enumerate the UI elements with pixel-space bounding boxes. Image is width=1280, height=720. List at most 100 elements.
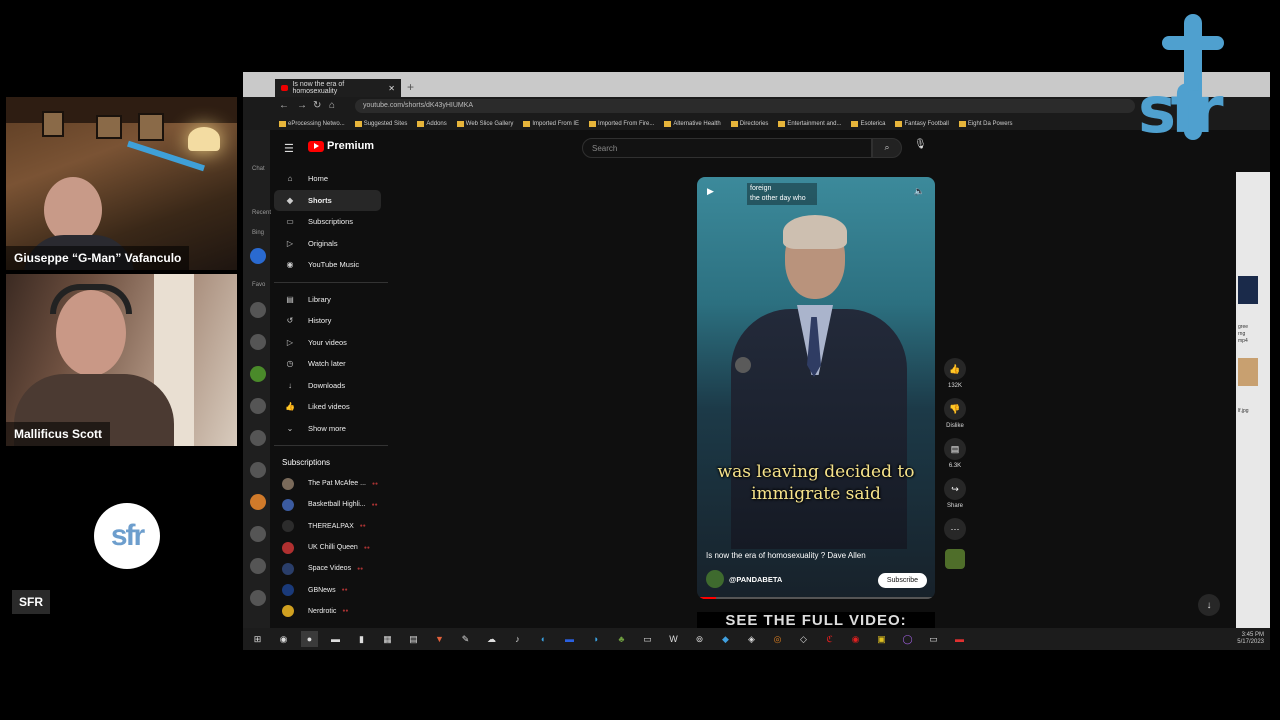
music-icon[interactable]: ♪ — [509, 631, 526, 647]
nav-item-music[interactable]: ◉ YouTube Music — [270, 254, 390, 276]
nav-item-home[interactable]: ⌂ Home — [270, 168, 390, 190]
search-input[interactable]: Search — [582, 138, 872, 158]
channel-thumbnail[interactable] — [945, 549, 965, 569]
calculator-icon[interactable]: ▦ — [379, 631, 396, 647]
app-icon[interactable]: ◉ — [847, 631, 864, 647]
bookmark-item[interactable]: Entertainment and... — [778, 118, 841, 130]
app-icon[interactable]: ◎ — [769, 631, 786, 647]
bookmark-item[interactable]: eProcessing Netwo... — [279, 118, 345, 130]
keyboard-icon[interactable]: ▤ — [405, 631, 422, 647]
share-button[interactable]: ↪ Share — [937, 478, 973, 509]
favorite-site-icon[interactable] — [250, 462, 266, 478]
favorite-site-icon[interactable] — [250, 526, 266, 542]
word-icon[interactable]: W — [665, 631, 682, 647]
favorite-site-icon[interactable] — [250, 558, 266, 574]
favorite-site-icon[interactable] — [250, 494, 266, 510]
nav-item-downloads[interactable]: ↓ Downloads — [270, 375, 390, 397]
brave-icon[interactable]: ▼ — [431, 631, 448, 647]
subscription-item[interactable]: Space Videos ●● — [270, 558, 390, 579]
game-icon[interactable]: ♣ — [613, 631, 630, 647]
nav-item-subscriptions[interactable]: ▭ Subscriptions — [270, 211, 390, 233]
browser-tab[interactable]: Is now the era of homosexuality ✕ — [275, 79, 401, 97]
messenger-icon[interactable]: ▬ — [561, 631, 578, 647]
comments-button[interactable]: ▤ 6.3K — [937, 438, 973, 469]
bookmark-item[interactable]: Directories — [730, 118, 768, 130]
subscribe-button[interactable]: Subscribe — [877, 573, 927, 588]
short-title[interactable]: Is now the era of homosexuality ? Dave A… — [706, 551, 866, 560]
app-icon[interactable]: ◇ — [795, 631, 812, 647]
nav-item-watch-later[interactable]: ◷ Watch later — [270, 353, 390, 375]
edge-icon[interactable]: ◐ — [535, 631, 552, 647]
bookmark-item[interactable]: Imported From Fire... — [589, 118, 654, 130]
subscription-item[interactable]: The Pat McAfee ... ●● — [270, 473, 390, 494]
arrow-down-icon[interactable]: ↓ — [1198, 594, 1220, 616]
close-icon[interactable]: ✕ — [388, 84, 395, 93]
bookmark-item[interactable]: Suggested Sites — [354, 118, 407, 130]
nav-item-library[interactable]: ▤ Library — [270, 289, 390, 311]
bookmark-item[interactable]: Fantasy Football — [895, 118, 949, 130]
chart-app-icon[interactable]: ▮ — [353, 631, 370, 647]
file-explorer-icon[interactable]: ▬ — [327, 631, 344, 647]
forward-icon[interactable]: → — [297, 100, 307, 111]
nav-item-liked-videos[interactable]: 👍 Liked videos — [270, 396, 390, 418]
bookmark-item[interactable]: Web Slice Gallery — [456, 118, 513, 130]
microphone-icon[interactable]: 🎙 — [914, 139, 927, 150]
nav-item-show-more[interactable]: ⌄ Show more — [270, 418, 390, 440]
dislike-button[interactable]: 👎 Dislike — [937, 398, 973, 429]
favorite-site-icon[interactable] — [250, 302, 266, 318]
volume-icon[interactable]: 🔈 — [914, 186, 925, 197]
terminal-icon[interactable]: ▭ — [925, 631, 942, 647]
search-icon[interactable]: ⌕ — [872, 138, 902, 158]
progress-bar[interactable] — [697, 597, 935, 599]
favorite-site-icon[interactable] — [250, 590, 266, 606]
refresh-icon[interactable]: ↻ — [313, 100, 321, 111]
pen-icon[interactable]: ✎ — [457, 631, 474, 647]
short-channel[interactable]: @PANDABETA — [706, 570, 782, 588]
like-button[interactable]: 👍 132K — [937, 358, 973, 389]
system-clock[interactable]: 3:45 PM 5/17/2023 — [1237, 632, 1264, 646]
favorite-site-icon[interactable] — [250, 366, 266, 382]
app-icon[interactable]: ℭ — [821, 631, 838, 647]
app-icon[interactable]: ◆ — [717, 631, 734, 647]
file-thumbnail[interactable] — [1238, 358, 1258, 386]
cloud-icon[interactable]: ☁ — [483, 631, 500, 647]
menu-icon[interactable]: ☰ — [284, 142, 294, 155]
favorite-site-icon[interactable] — [250, 430, 266, 446]
youtube-logo[interactable]: Premium — [308, 140, 374, 152]
new-tab-icon[interactable]: + — [407, 80, 414, 94]
url-field[interactable]: youtube.com/shorts/dK43yHIUMKA — [355, 99, 1135, 113]
bookmark-item[interactable]: Addons — [417, 118, 447, 130]
subscription-item[interactable]: Basketball Highli... ●● — [270, 494, 390, 515]
bookmark-item[interactable]: Alternative Health — [664, 118, 721, 130]
nav-item-history[interactable]: ↺ History — [270, 310, 390, 332]
record-icon[interactable]: ⊚ — [691, 631, 708, 647]
app-icon[interactable]: ▬ — [951, 631, 968, 647]
subscription-item[interactable]: THEREALPAX ●● — [270, 516, 390, 537]
chrome-icon[interactable]: ● — [301, 631, 318, 647]
app-icon[interactable]: ▭ — [639, 631, 656, 647]
nav-item-shorts[interactable]: ◆ Shorts — [274, 189, 381, 211]
bookmark-item[interactable]: Imported From IE — [523, 118, 579, 130]
more-button[interactable]: ⋯ — [937, 518, 973, 540]
subscription-item[interactable]: UK Chilli Queen ●● — [270, 537, 390, 558]
back-icon[interactable]: ← — [279, 100, 289, 111]
subscription-item[interactable]: GBNews ●● — [270, 579, 390, 600]
bookmark-item[interactable]: Esoterica — [851, 118, 885, 130]
short-video-player[interactable]: ▶ 🔈 foreign the other day who was leavin… — [697, 177, 935, 599]
favorite-site-icon[interactable] — [250, 398, 266, 414]
home-icon[interactable]: ⌂ — [329, 100, 335, 111]
file-thumbnail[interactable] — [1238, 276, 1258, 304]
favorite-site-icon[interactable] — [250, 334, 266, 350]
browser-icon[interactable]: ◑ — [587, 631, 604, 647]
app-icon[interactable]: ◯ — [899, 631, 916, 647]
subscription-item[interactable]: Nerdrotic ●● — [270, 601, 390, 622]
windows-start-icon[interactable]: ⊞ — [249, 631, 266, 647]
app-icon[interactable]: ▣ — [873, 631, 890, 647]
play-icon[interactable]: ▶ — [707, 186, 714, 197]
nav-item-originals[interactable]: ▷ Originals — [270, 233, 390, 255]
bookmark-item[interactable]: Eight Da Powers — [958, 118, 1013, 130]
stream-app-icon[interactable]: ◈ — [743, 631, 760, 647]
media-player-icon[interactable]: ◉ — [275, 631, 292, 647]
bing-icon[interactable] — [250, 248, 266, 264]
nav-item-your-videos[interactable]: ▷ Your videos — [270, 332, 390, 354]
